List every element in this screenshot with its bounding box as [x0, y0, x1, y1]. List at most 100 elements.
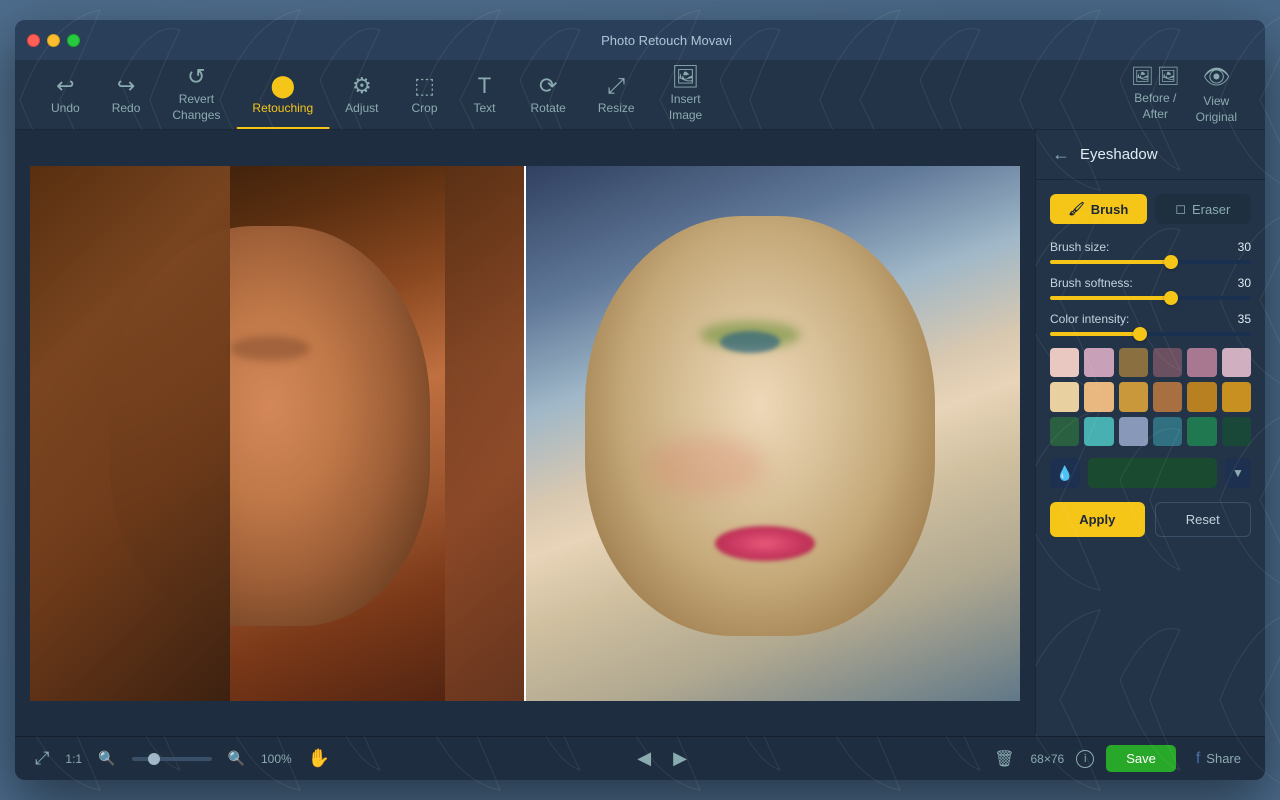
save-button[interactable]: Save	[1106, 745, 1176, 772]
revert-button[interactable]: ↺ RevertChanges	[156, 60, 236, 129]
custom-color-row: 💧 ▼	[1050, 458, 1251, 488]
eyedropper-button[interactable]: 💧	[1050, 458, 1080, 488]
color-swatch-7[interactable]	[1050, 382, 1079, 411]
crop-icon: ⬚	[414, 75, 435, 97]
undo-button[interactable]: ↩ Undo	[35, 69, 96, 121]
brush-size-label: Brush size:	[1050, 240, 1109, 254]
rotate-icon: ⟳	[539, 75, 557, 97]
color-swatch-9[interactable]	[1119, 382, 1148, 411]
color-palette	[1050, 348, 1251, 446]
brush-size-thumb[interactable]	[1164, 255, 1178, 269]
nav-arrows: ◀ ▶	[631, 746, 693, 771]
window-title: Photo Retouch Movavi	[80, 33, 1253, 48]
photo-display	[30, 166, 1020, 701]
brush-softness-thumb[interactable]	[1164, 291, 1178, 305]
color-swatch-17[interactable]	[1187, 417, 1216, 446]
view-original-button[interactable]: 👁 ViewOriginal	[1188, 60, 1245, 129]
retouching-button[interactable]: ⬤ Retouching	[236, 69, 329, 121]
color-intensity-track[interactable]	[1050, 332, 1251, 336]
custom-color-swatch[interactable]	[1088, 458, 1217, 488]
adjust-button[interactable]: ⚙ Adjust	[329, 69, 394, 121]
eyedropper-icon: 💧	[1056, 465, 1073, 482]
color-intensity-value: 35	[1238, 312, 1251, 326]
zoom-slider[interactable]	[132, 757, 212, 761]
color-swatch-8[interactable]	[1084, 382, 1113, 411]
photo-before	[30, 166, 525, 701]
color-swatch-11[interactable]	[1187, 382, 1216, 411]
split-divider[interactable]	[524, 166, 526, 701]
zoom-percent: 100%	[261, 752, 292, 766]
rotate-button[interactable]: ⟳ Rotate	[515, 69, 582, 121]
panel-header: ← Eyeshadow	[1036, 130, 1265, 180]
adjust-icon: ⚙	[352, 75, 372, 97]
brush-size-section: Brush size: 30	[1050, 240, 1251, 264]
before-after-icon: 🖼🖼	[1131, 66, 1180, 87]
view-original-icon: 👁	[1202, 64, 1230, 90]
brush-softness-value: 30	[1238, 276, 1251, 290]
share-button[interactable]: f Share	[1188, 744, 1249, 774]
lips-right	[715, 526, 815, 561]
brush-softness-section: Brush softness: 30	[1050, 276, 1251, 300]
hair-right-left	[445, 166, 525, 701]
minimize-button[interactable]	[47, 34, 60, 47]
toolbar: ↩ Undo ↪ Redo ↺ RevertChanges ⬤ Retouchi…	[15, 60, 1265, 130]
action-buttons: Apply Reset	[1050, 502, 1251, 537]
canvas-area[interactable]	[15, 130, 1035, 736]
insert-image-button[interactable]: 🖼 InsertImage	[651, 60, 721, 129]
color-swatch-1[interactable]	[1050, 348, 1079, 377]
color-dropdown-button[interactable]: ▼	[1225, 458, 1251, 488]
traffic-lights	[27, 34, 80, 47]
color-swatch-2[interactable]	[1084, 348, 1113, 377]
zoom-out-button[interactable]: 🔍	[94, 746, 119, 771]
color-swatch-18[interactable]	[1222, 417, 1251, 446]
panel-body: 🖌 Brush ◻ Eraser Brush size: 30	[1036, 180, 1265, 736]
back-button[interactable]: ←	[1052, 144, 1070, 165]
resize-icon: ⤢	[607, 75, 625, 97]
brush-size-track[interactable]	[1050, 260, 1251, 264]
eye-left-natural	[230, 336, 310, 361]
brush-button[interactable]: 🖌 Brush	[1050, 194, 1147, 224]
delete-button[interactable]: 🗑	[990, 745, 1018, 773]
info-button[interactable]: i	[1076, 750, 1094, 768]
tool-toggle: 🖌 Brush ◻ Eraser	[1050, 194, 1251, 224]
color-swatch-15[interactable]	[1119, 417, 1148, 446]
eraser-button[interactable]: ◻ Eraser	[1155, 194, 1252, 224]
panel-title: Eyeshadow	[1080, 146, 1158, 163]
color-swatch-14[interactable]	[1084, 417, 1113, 446]
color-swatch-3[interactable]	[1119, 348, 1148, 377]
fullscreen-button[interactable]: ⤢	[31, 744, 53, 773]
facebook-icon: f	[1196, 750, 1200, 768]
color-swatch-13[interactable]	[1050, 417, 1079, 446]
color-swatch-10[interactable]	[1153, 382, 1182, 411]
maximize-button[interactable]	[67, 34, 80, 47]
info-icon: i	[1084, 753, 1086, 765]
color-swatch-6[interactable]	[1222, 348, 1251, 377]
insert-image-icon: 🖼	[672, 66, 700, 88]
zoom-in-button[interactable]: 🔍	[224, 746, 249, 771]
brush-softness-track[interactable]	[1050, 296, 1251, 300]
revert-icon: ↺	[187, 66, 205, 88]
crop-button[interactable]: ⬚ Crop	[395, 69, 455, 121]
reset-button[interactable]: Reset	[1155, 502, 1252, 537]
color-swatch-12[interactable]	[1222, 382, 1251, 411]
zoom-thumb[interactable]	[148, 753, 160, 765]
color-swatch-16[interactable]	[1153, 417, 1182, 446]
hand-tool-button[interactable]: ✋	[304, 744, 334, 773]
color-swatch-4[interactable]	[1153, 348, 1182, 377]
text-icon: T	[478, 75, 491, 97]
chevron-down-icon: ▼	[1232, 466, 1244, 480]
resize-button[interactable]: ⤢ Resize	[582, 69, 651, 121]
brush-size-value: 30	[1238, 240, 1251, 254]
apply-button[interactable]: Apply	[1050, 502, 1145, 537]
color-intensity-thumb[interactable]	[1133, 327, 1147, 341]
next-button[interactable]: ▶	[667, 746, 693, 771]
color-swatch-5[interactable]	[1187, 348, 1216, 377]
zoom-ratio-label: 1:1	[65, 752, 82, 766]
color-intensity-section: Color intensity: 35	[1050, 312, 1251, 336]
app-window: Photo Retouch Movavi ↩ Undo ↪ Redo ↺ Rev…	[15, 20, 1265, 780]
redo-button[interactable]: ↪ Redo	[96, 69, 157, 121]
before-after-button[interactable]: 🖼🖼 Before /After	[1123, 62, 1188, 126]
text-button[interactable]: T Text	[455, 69, 515, 121]
close-button[interactable]	[27, 34, 40, 47]
prev-button[interactable]: ◀	[631, 746, 657, 771]
